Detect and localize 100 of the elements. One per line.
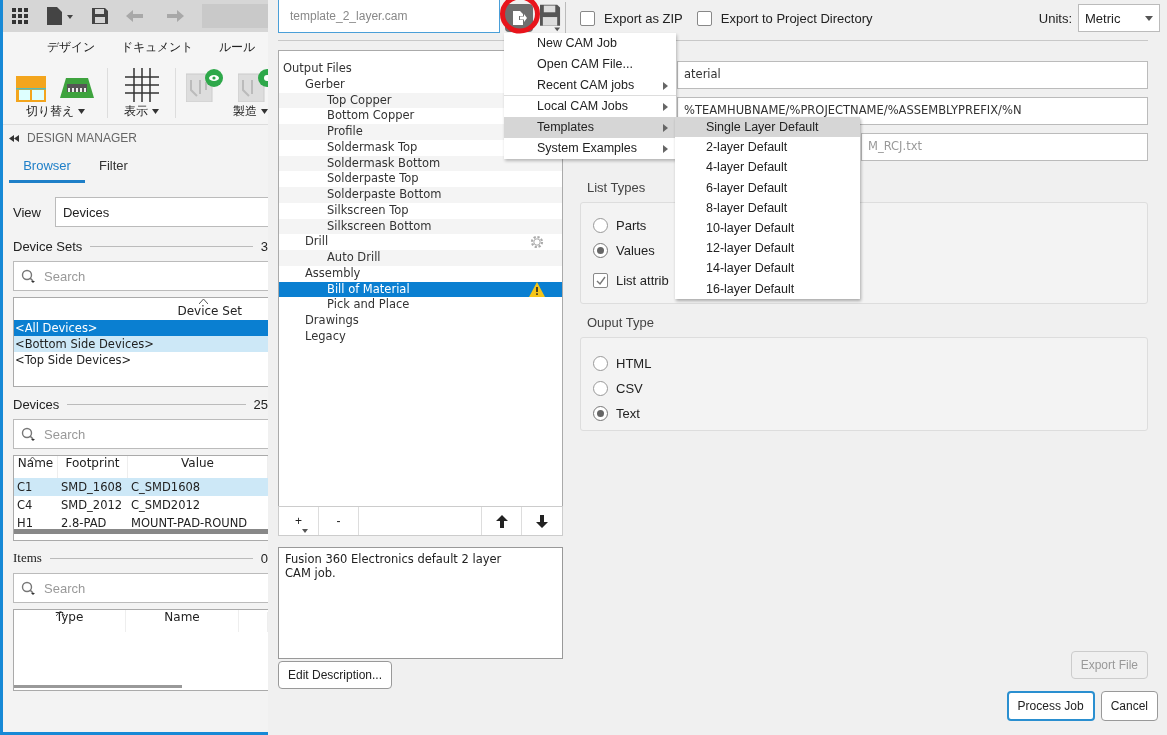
switch-dropdown[interactable]: 切り替え	[25, 103, 85, 120]
cancel-button[interactable]: Cancel	[1100, 691, 1158, 721]
menu-item[interactable]: Recent CAM jobs	[504, 74, 676, 97]
menu-item[interactable]: 2-layer Default	[675, 137, 860, 158]
radio-button[interactable]	[593, 406, 608, 421]
radio-button[interactable]	[593, 381, 608, 396]
tree-item[interactable]: Auto Drill	[279, 250, 562, 266]
grid-icon[interactable]	[124, 68, 159, 102]
save-icon	[540, 4, 561, 32]
menu-item[interactable]: Templates	[504, 117, 676, 138]
submenu-arrow-icon	[663, 103, 668, 112]
checkmark-icon	[595, 275, 606, 286]
process-job-button[interactable]: Process Job	[1006, 691, 1095, 721]
collapse-icon[interactable]	[9, 134, 19, 142]
menu-item[interactable]: 6-layer Default	[675, 177, 860, 198]
device-set-row[interactable]: <Top Side Devices>	[14, 352, 268, 368]
table-cell-text: C_SMD2012	[130, 497, 202, 514]
apps-grid-icon[interactable]	[12, 8, 28, 24]
submenu-arrow-icon	[663, 124, 668, 133]
section-count: 3	[260, 238, 268, 254]
tree-item[interactable]: Silkscreen Top	[279, 202, 562, 219]
table-cell-text: C4	[16, 497, 34, 514]
arrow-up-icon	[495, 514, 508, 528]
toolbar-panel	[202, 4, 268, 28]
board-settings-icon[interactable]	[238, 68, 268, 102]
tree-item[interactable]: Assembly	[279, 265, 562, 282]
radio-option[interactable]: Text	[593, 401, 640, 426]
export-zip-checkbox[interactable]: Export as ZIP	[580, 10, 683, 26]
ribbon-tab[interactable]: デザイン	[47, 38, 95, 56]
menu-item[interactable]: 10-layer Default	[675, 217, 860, 239]
search-icon	[21, 269, 37, 283]
search-field[interactable]: Search	[13, 573, 268, 603]
display-dropdown[interactable]: 表示	[124, 103, 159, 120]
panel-tab[interactable]: Browser	[9, 151, 85, 183]
save-icon[interactable]	[92, 8, 108, 24]
sort-icon	[56, 611, 65, 616]
device-set-row[interactable]: <Bottom Side Devices>	[14, 336, 268, 352]
table-cell-text: C1	[16, 479, 34, 496]
submenu-arrow-icon	[663, 81, 668, 90]
scrollbar[interactable]	[14, 685, 182, 688]
tree-item[interactable]: Solderpaste Top	[279, 171, 562, 187]
panel-tab[interactable]: Filter	[85, 151, 142, 183]
section-count: 0	[260, 550, 268, 566]
text-field[interactable]: M_RCJ.txt	[861, 133, 1148, 161]
radio-option[interactable]: Parts	[593, 213, 647, 238]
menu-item[interactable]: 14-layer Default	[675, 258, 860, 279]
menu-item[interactable]: New CAM Job	[504, 33, 676, 54]
sort-icon	[28, 457, 37, 462]
menu-item[interactable]: 12-layer Default	[675, 238, 860, 259]
view-dropdown[interactable]: Devices	[54, 197, 268, 227]
tree-item[interactable]: Silkscreen Bottom	[279, 218, 562, 235]
view-label: View	[13, 204, 41, 220]
ribbon-tab[interactable]: ルール	[219, 38, 255, 56]
group-title: List Types	[587, 180, 646, 195]
sort-icon	[199, 299, 208, 304]
tree-item[interactable]: Solderpaste Bottom	[279, 187, 562, 203]
board-view-icon[interactable]	[186, 68, 224, 102]
search-field[interactable]: Search	[13, 419, 268, 449]
tree-item[interactable]: Bill of Material	[279, 281, 562, 298]
menu-item[interactable]: Open CAM File...	[504, 53, 676, 75]
radio-option[interactable]: Values	[593, 238, 655, 263]
filename-field[interactable]: template_2_layer.cam	[278, 0, 500, 33]
tree-item[interactable]: Legacy	[279, 328, 562, 345]
search-icon	[21, 427, 37, 441]
search-field[interactable]: Search	[13, 261, 268, 291]
column-header[interactable]: Device Set	[177, 304, 242, 320]
tree-item[interactable]: Drawings	[279, 313, 562, 329]
radio-option[interactable]: HTML	[593, 351, 652, 376]
tree-item[interactable]: Pick and Place	[279, 297, 562, 313]
export-project-checkbox[interactable]: Export to Project Directory	[696, 10, 873, 26]
menu-item[interactable]: 4-layer Default	[675, 157, 860, 178]
radio-option[interactable]: CSV	[593, 376, 643, 401]
section-title: Device Sets	[13, 238, 83, 254]
tree-item[interactable]: Drill	[279, 234, 562, 250]
scrollbar[interactable]	[14, 529, 268, 534]
menu-item[interactable]: Single Layer Default	[675, 117, 860, 138]
menu-item[interactable]: 8-layer Default	[675, 197, 860, 218]
tree-item[interactable]: Soldermask Bottom	[279, 155, 562, 172]
table-cell-text: SMD_1608	[60, 479, 124, 496]
table-cell-text: SMD_2012	[60, 497, 124, 514]
file-icon[interactable]	[46, 7, 74, 25]
search-icon	[21, 581, 37, 595]
text-field[interactable]: aterial	[677, 61, 1148, 89]
manufacture-dropdown[interactable]: 製造	[233, 103, 268, 120]
device-set-row[interactable]: <All Devices>	[14, 320, 268, 336]
section-count: 25	[253, 396, 268, 412]
panel-title: DESIGN MANAGER	[27, 131, 137, 145]
table-cell-text: 2.8-PAD	[60, 515, 108, 532]
menu-item[interactable]: 16-layer Default	[675, 278, 860, 299]
radio-button[interactable]	[593, 243, 608, 258]
radio-button[interactable]	[593, 356, 608, 371]
column-header[interactable]: Name	[126, 610, 239, 632]
units-dropdown[interactable]: Metric	[1078, 4, 1160, 32]
ribbon-tab[interactable]: ドキュメント	[121, 38, 193, 56]
radio-button[interactable]	[593, 218, 608, 233]
arrow-down-icon	[536, 514, 548, 528]
warning-icon	[529, 281, 545, 297]
description-box[interactable]: Fusion 360 Electronics default 2 layer CAM job.	[278, 547, 563, 659]
column-header[interactable]: Type	[14, 610, 126, 632]
edit-description-button[interactable]: Edit Description...	[278, 661, 393, 689]
